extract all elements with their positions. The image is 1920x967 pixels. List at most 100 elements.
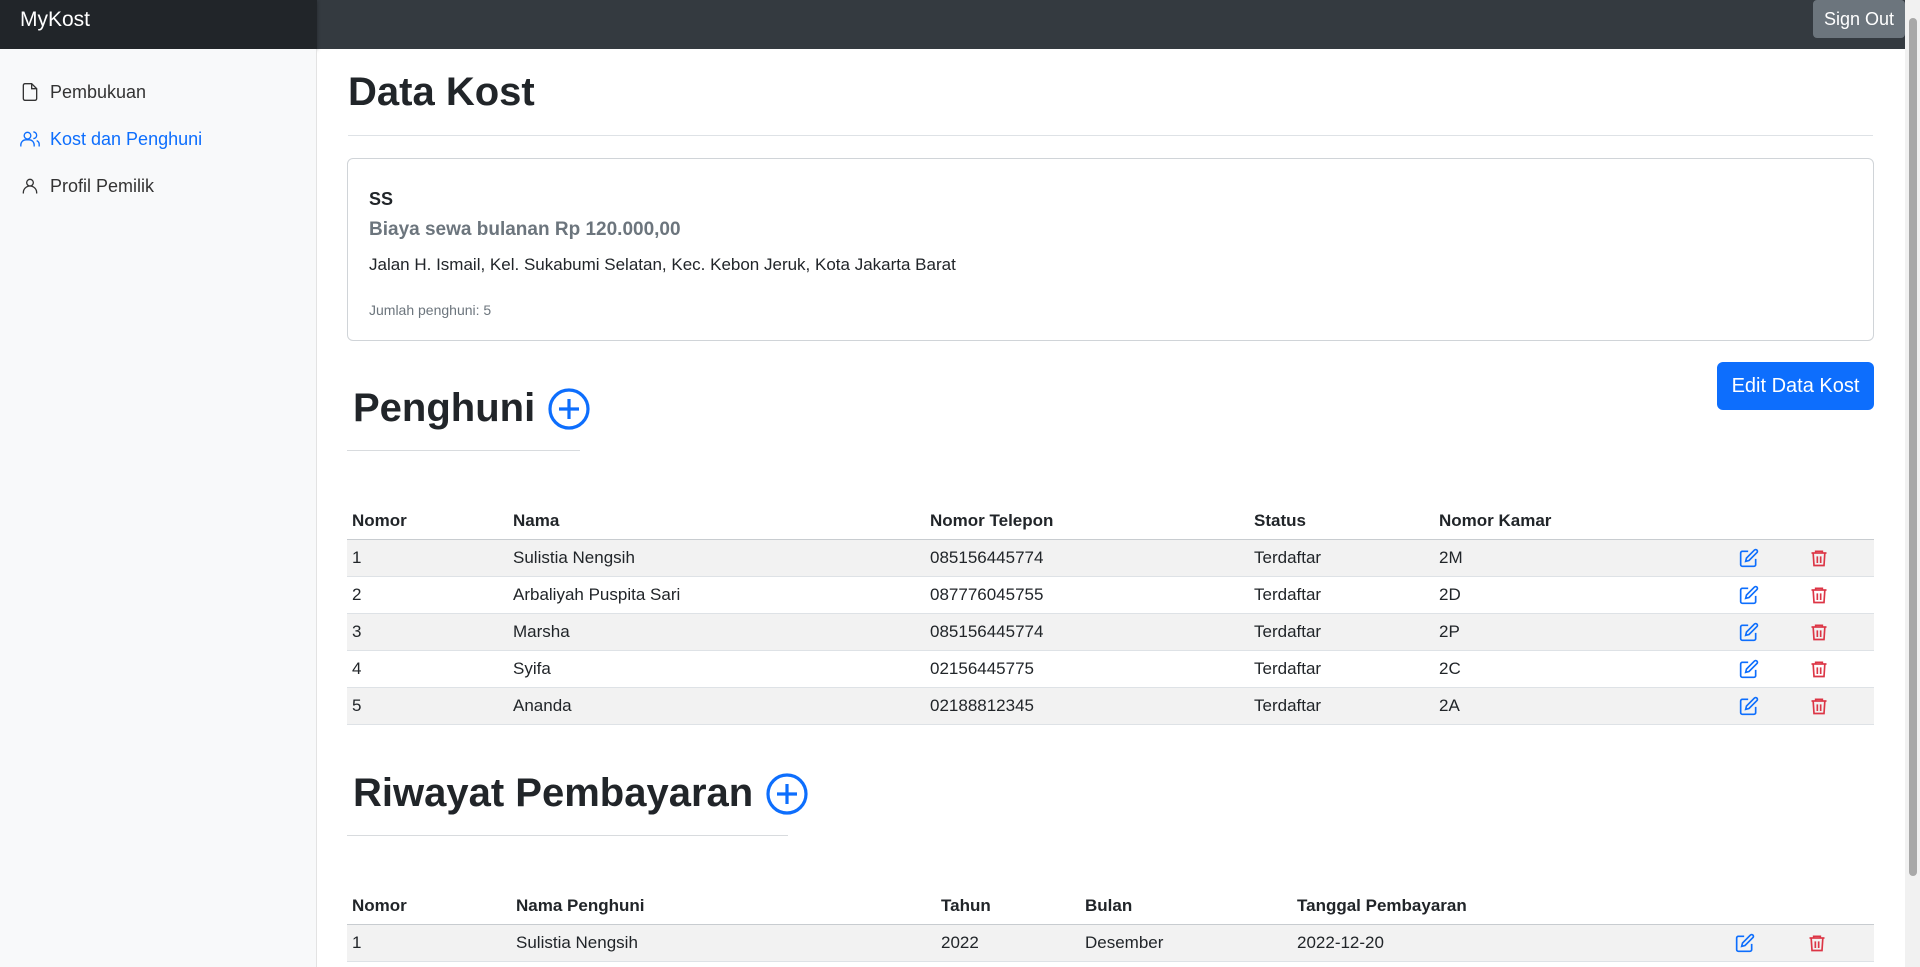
table-cell: 1: [347, 539, 508, 577]
column-header: Tanggal Pembayaran: [1292, 888, 1730, 925]
table-header-row: Nomor Nama Penghuni Tahun Bulan Tanggal …: [347, 888, 1874, 925]
table-row: 1 Sulistia Nengsih 085156445774 Terdaftar 2M: [347, 539, 1874, 577]
add-pembayaran-icon[interactable]: [765, 772, 809, 816]
sidebar-item-profil-pemilik[interactable]: Profil Pemilik: [20, 171, 154, 201]
divider: [347, 835, 788, 836]
penghuni-title: Penghuni: [353, 386, 536, 430]
divider: [348, 135, 1873, 136]
kost-card: SS Biaya sewa bulanan Rp 120.000,00 Jala…: [347, 158, 1874, 341]
scrollbar-thumb[interactable]: [1909, 18, 1917, 876]
table-cell: Terdaftar: [1249, 613, 1434, 651]
table-cell: 3: [347, 613, 508, 651]
top-navbar: MyKost Sign Out: [0, 0, 1905, 49]
delete-cell: [1804, 613, 1874, 651]
trash-icon[interactable]: [1809, 622, 1829, 642]
table-row: 1 Sulistia Nengsih 2022 Desember 2022-12-20: [347, 924, 1874, 962]
table-cell: 085156445774: [925, 613, 1249, 651]
column-header: [1734, 503, 1804, 540]
add-penghuni-icon[interactable]: [547, 387, 591, 431]
edit-cell: [1734, 613, 1804, 651]
table-cell: Terdaftar: [1249, 576, 1434, 614]
trash-icon[interactable]: [1809, 548, 1829, 568]
trash-icon[interactable]: [1807, 933, 1827, 953]
table-cell: Terdaftar: [1249, 539, 1434, 577]
edit-icon[interactable]: [1739, 659, 1759, 679]
user-icon: [22, 178, 38, 194]
delete-cell: [1804, 539, 1874, 577]
table-cell: 4: [347, 650, 508, 688]
table-cell: Desember: [1080, 924, 1292, 962]
table-row: 4 Syifa 02156445775 Terdaftar 2C: [347, 650, 1874, 688]
table-cell: 02188812345: [925, 687, 1249, 725]
edit-data-kost-button[interactable]: Edit Data Kost: [1717, 362, 1874, 410]
brand-logo[interactable]: MyKost: [0, 0, 317, 49]
table-cell: 2M: [1434, 539, 1734, 577]
table-cell: 02156445775: [925, 650, 1249, 688]
sidebar: Pembukuan Kost dan Penghuni Profil Pemil…: [0, 49, 317, 967]
users-icon: [20, 131, 40, 147]
edit-icon[interactable]: [1739, 696, 1759, 716]
kost-name: SS: [369, 189, 394, 209]
edit-cell: [1734, 539, 1804, 577]
trash-icon[interactable]: [1809, 585, 1829, 605]
kost-address: Jalan H. Ismail, Kel. Sukabumi Selatan, …: [369, 255, 956, 274]
delete-cell: [1804, 576, 1874, 614]
column-header: Nomor: [347, 888, 511, 925]
column-header: [1804, 503, 1874, 540]
edit-icon[interactable]: [1739, 548, 1759, 568]
table-cell: 2D: [1434, 576, 1734, 614]
table-cell: Marsha: [508, 613, 925, 651]
edit-cell: [1734, 576, 1804, 614]
edit-cell: [1734, 687, 1804, 725]
table-cell: Terdaftar: [1249, 687, 1434, 725]
column-header: Status: [1249, 503, 1434, 540]
pembayaran-title: Riwayat Pembayaran: [353, 771, 754, 815]
tenant-count: Jumlah penghuni: 5: [369, 302, 492, 318]
sidebar-item-kost-dan-penghuni[interactable]: Kost dan Penghuni: [20, 124, 202, 154]
table-cell: Sulistia Nengsih: [508, 539, 925, 577]
pembayaran-table: Nomor Nama Penghuni Tahun Bulan Tanggal …: [347, 888, 1874, 962]
table-cell: 2022-12-20: [1292, 924, 1730, 962]
column-header: [1730, 888, 1802, 925]
divider: [347, 450, 580, 451]
table-cell: 2022: [936, 924, 1080, 962]
penghuni-heading: Penghuni: [353, 386, 591, 431]
penghuni-table: Nomor Nama Nomor Telepon Status Nomor Ka…: [347, 503, 1874, 725]
sidebar-item-label: Pembukuan: [50, 81, 147, 102]
table-cell: Terdaftar: [1249, 650, 1434, 688]
table-cell: Ananda: [508, 687, 925, 725]
page-title: Data Kost: [348, 70, 535, 114]
column-header: Nama: [508, 503, 925, 540]
column-header: Nomor Kamar: [1434, 503, 1734, 540]
edit-cell: [1734, 650, 1804, 688]
delete-cell: [1804, 650, 1874, 688]
edit-icon[interactable]: [1739, 622, 1759, 642]
edit-icon[interactable]: [1735, 933, 1755, 953]
table-cell: 2: [347, 576, 508, 614]
table-cell: 1: [347, 924, 511, 962]
column-header: [1802, 888, 1874, 925]
vertical-scrollbar[interactable]: [1905, 0, 1920, 967]
table-cell: Sulistia Nengsih: [511, 924, 936, 962]
sign-out-button[interactable]: Sign Out: [1813, 0, 1905, 38]
table-cell: 085156445774: [925, 539, 1249, 577]
sidebar-item-label: Profil Pemilik: [50, 175, 155, 196]
delete-cell: [1804, 687, 1874, 725]
sidebar-item-pembukuan[interactable]: Pembukuan: [20, 77, 146, 107]
pembayaran-heading: Riwayat Pembayaran: [353, 771, 809, 816]
table-cell: Syifa: [508, 650, 925, 688]
table-row: 5 Ananda 02188812345 Terdaftar 2A: [347, 687, 1874, 725]
table-cell: 5: [347, 687, 508, 725]
table-row: 2 Arbaliyah Puspita Sari 087776045755 Terda…: [347, 576, 1874, 614]
column-header: Tahun: [936, 888, 1080, 925]
trash-icon[interactable]: [1809, 696, 1829, 716]
column-header: Nomor Telepon: [925, 503, 1249, 540]
delete-cell: [1802, 924, 1874, 962]
table-cell: 2A: [1434, 687, 1734, 725]
edit-icon[interactable]: [1739, 585, 1759, 605]
column-header: Nomor: [347, 503, 508, 540]
table-header-row: Nomor Nama Nomor Telepon Status Nomor Ka…: [347, 503, 1874, 540]
column-header: Bulan: [1080, 888, 1292, 925]
trash-icon[interactable]: [1809, 659, 1829, 679]
table-row: 3 Marsha 085156445774 Terdaftar 2P: [347, 613, 1874, 651]
